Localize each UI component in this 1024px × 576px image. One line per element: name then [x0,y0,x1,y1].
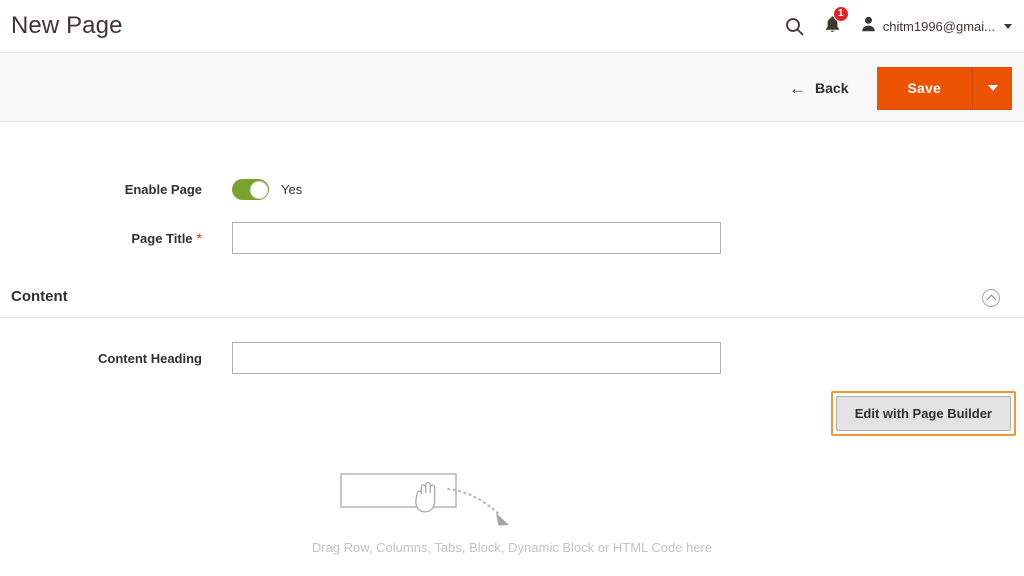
caret-down-icon [1004,24,1012,29]
bell-wrapper: 1 [824,15,841,39]
toggle-knob [250,181,268,199]
page-builder-drop-hint-text: Drag Row, Columns, Tabs, Block, Dynamic … [312,540,712,555]
arrow-left-icon: ← [789,80,806,97]
user-account-menu[interactable]: chitm1996@gmai... [851,0,1016,53]
field-content-heading: Content Heading [0,342,721,374]
page-builder-button-focus-ring: Edit with Page Builder [831,391,1016,436]
page-header: New Page [0,0,1024,53]
back-button-label: Back [815,80,848,96]
edit-with-page-builder-button[interactable]: Edit with Page Builder [836,396,1011,431]
user-avatar-icon [861,16,876,37]
header-actions: 1 chitm1996@gmai... [775,0,1016,53]
caret-down-icon [988,85,998,91]
content-heading-label: Content Heading [0,351,232,366]
page-title-input[interactable] [232,222,721,254]
page-title: New Page [11,12,123,40]
chevron-glyph [986,295,996,305]
content-section-header[interactable]: Content [0,278,1024,318]
page-builder-drop-hint: Drag Row, Columns, Tabs, Block, Dynamic … [0,540,1024,555]
save-split-button: Save [877,67,1013,110]
enable-page-label: Enable Page [0,182,232,197]
notification-badge: 1 [833,6,849,22]
back-button[interactable]: ← Back [777,72,860,105]
content-section-title: Content [11,288,68,305]
notifications-button[interactable]: 1 [814,0,851,53]
enable-page-toggle[interactable] [232,179,269,200]
drag-hand-arrow-icon [335,468,535,536]
page-actions-group: ← Back Save [777,54,1012,122]
content-heading-input[interactable] [232,342,721,374]
chevron-up-circle-icon[interactable] [982,289,1000,307]
enable-page-control: Yes [232,179,302,200]
page-actions-toolbar: ← Back Save [0,54,1024,122]
save-dropdown-toggle[interactable] [972,67,1012,110]
field-enable-page: Enable Page Yes [0,179,302,200]
required-asterisk: * [197,230,202,246]
search-icon [785,17,804,36]
search-button[interactable] [775,0,814,53]
save-button[interactable]: Save [877,67,973,110]
admin-page-root: New Page [0,0,1024,576]
page-title-label: Page Title* [0,230,232,246]
field-page-title: Page Title* [0,222,721,254]
enable-page-state-text: Yes [281,182,302,197]
user-name-label: chitm1996@gmai... [883,19,995,34]
page-builder-stage[interactable] [0,452,1024,576]
